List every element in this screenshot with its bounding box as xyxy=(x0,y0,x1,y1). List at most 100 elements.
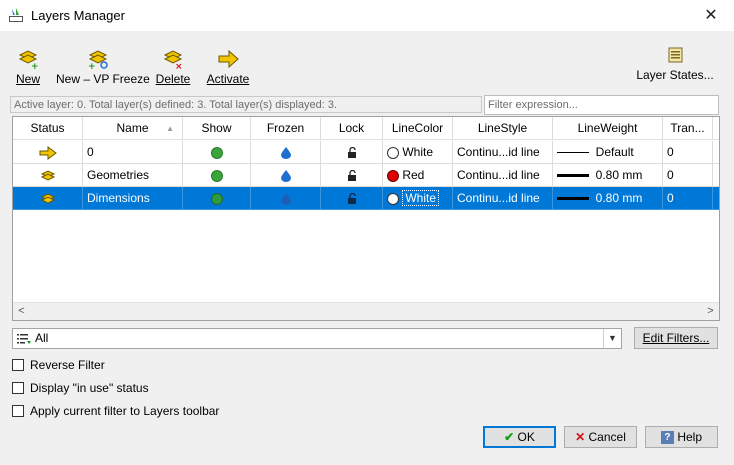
table-row[interactable]: Geometries Red Continu...id line 0.80 mm… xyxy=(13,164,719,187)
thawed-drop-icon xyxy=(280,192,291,205)
checkbox-box[interactable] xyxy=(12,405,24,417)
edit-filters-button[interactable]: Edit Filters... xyxy=(634,327,718,349)
checkbox-box[interactable] xyxy=(12,359,24,371)
show-on-icon xyxy=(210,192,223,205)
layer-name: Dimensions xyxy=(83,187,183,210)
reverse-filter-label: Reverse Filter xyxy=(30,358,105,372)
delete-layer-icon: × xyxy=(163,50,183,70)
line-weight: 0.80 mm xyxy=(595,168,643,182)
close-icon[interactable]: ✕ xyxy=(688,0,734,31)
app-icon xyxy=(9,8,23,22)
activate-layer-label: Activate xyxy=(206,72,250,86)
delete-layer-label: Delete xyxy=(155,72,191,86)
table-row-selected[interactable]: Dimensions White Continu...id line 0.80 … xyxy=(13,187,719,210)
new-layer-label: New xyxy=(15,72,40,86)
line-style[interactable]: Continu...id line xyxy=(453,141,553,164)
transparency[interactable]: 0 xyxy=(663,164,713,187)
active-layer-arrow-icon xyxy=(39,145,57,160)
line-weight: Default xyxy=(595,145,634,159)
svg-text:+: + xyxy=(31,62,39,70)
title-bar: Layers Manager ✕ xyxy=(0,0,734,31)
scroll-right-icon[interactable]: > xyxy=(702,303,719,320)
unlocked-icon xyxy=(347,146,356,158)
column-frozen[interactable]: Frozen xyxy=(251,117,321,140)
help-icon: ? xyxy=(660,431,674,445)
filter-selected-value: All xyxy=(35,331,49,345)
column-lock[interactable]: Lock xyxy=(321,117,383,140)
grid-header: Status Name ▲ Show Frozen Lock LineColor … xyxy=(13,117,719,140)
layer-icon xyxy=(40,193,55,204)
filter-list-icon xyxy=(17,334,31,344)
sort-ascending-icon: ▲ xyxy=(166,124,174,133)
activate-layer-button[interactable]: Activate xyxy=(206,48,250,86)
new-vp-freeze-label: New – VP Freeze xyxy=(56,72,150,86)
column-transparency[interactable]: Tran... xyxy=(663,117,713,140)
chevron-down-icon[interactable]: ▼ xyxy=(603,329,621,348)
help-label: Help xyxy=(677,430,703,444)
column-linecolor[interactable]: LineColor xyxy=(383,117,453,140)
show-on-icon xyxy=(210,169,223,182)
ok-label: OK xyxy=(517,430,535,444)
lineweight-sample xyxy=(557,174,589,178)
horizontal-scrollbar[interactable]: < > xyxy=(13,302,719,320)
line-style[interactable]: Continu...id line xyxy=(453,187,553,210)
checkmark-icon: ✔ xyxy=(504,430,515,444)
layer-states-label: Layer States... xyxy=(636,68,714,82)
show-on-icon xyxy=(210,146,223,159)
svg-text:+: + xyxy=(88,62,96,70)
new-layer-icon: + xyxy=(18,50,39,70)
in-use-status-label: Display "in use" status xyxy=(30,381,149,395)
cancel-x-icon: ✕ xyxy=(575,430,586,444)
layer-info-bar: Active layer: 0. Total layer(s) defined:… xyxy=(10,96,482,113)
layer-name: 0 xyxy=(83,141,183,164)
layer-states-icon xyxy=(668,47,683,63)
color-name: White xyxy=(402,145,434,159)
transparency[interactable]: 0 xyxy=(663,141,713,164)
line-weight: 0.80 mm xyxy=(595,191,643,205)
lineweight-sample xyxy=(557,197,589,201)
layers-grid: Status Name ▲ Show Frozen Lock LineColor … xyxy=(12,116,720,321)
cancel-label: Cancel xyxy=(588,430,626,444)
window-title: Layers Manager xyxy=(31,8,125,23)
ok-button[interactable]: ✔ OK xyxy=(483,426,556,448)
in-use-status-checkbox[interactable]: Display "in use" status xyxy=(12,381,512,397)
color-name: Red xyxy=(402,168,425,182)
thawed-drop-icon xyxy=(280,146,291,159)
color-swatch xyxy=(387,146,399,159)
delete-layer-button[interactable]: × Delete xyxy=(155,48,191,86)
color-swatch xyxy=(387,192,399,205)
color-name: White xyxy=(402,190,440,206)
filter-expression-input[interactable]: Filter expression... xyxy=(484,95,719,115)
filter-select[interactable]: All ▼ xyxy=(12,328,622,349)
apply-filter-toolbar-checkbox[interactable]: Apply current filter to Layers toolbar xyxy=(12,404,512,420)
scroll-left-icon[interactable]: < xyxy=(13,303,30,320)
thawed-drop-icon xyxy=(280,169,291,182)
reverse-filter-checkbox[interactable]: Reverse Filter xyxy=(12,358,512,374)
checkbox-box[interactable] xyxy=(12,382,24,394)
layer-icon xyxy=(40,170,55,181)
svg-text:×: × xyxy=(175,62,183,70)
new-layer-button[interactable]: + New xyxy=(14,48,42,86)
help-button[interactable]: ? Help xyxy=(645,426,718,448)
unlocked-icon xyxy=(347,169,356,181)
transparency[interactable]: 0 xyxy=(663,187,713,210)
line-style[interactable]: Continu...id line xyxy=(453,164,553,187)
table-row[interactable]: 0 White Continu...id line Default 0 xyxy=(13,141,719,164)
apply-filter-toolbar-label: Apply current filter to Layers toolbar xyxy=(30,404,220,418)
layer-states-button[interactable]: Layer States... xyxy=(636,44,714,82)
column-name-label: Name xyxy=(116,121,149,135)
column-lineweight[interactable]: LineWeight xyxy=(553,117,663,140)
cancel-button[interactable]: ✕ Cancel xyxy=(564,426,637,448)
lineweight-sample xyxy=(557,152,589,154)
new-vp-freeze-button[interactable]: + New – VP Freeze xyxy=(56,48,150,86)
unlocked-icon xyxy=(347,192,356,204)
activate-arrow-icon xyxy=(218,49,239,69)
layer-name: Geometries xyxy=(83,164,183,187)
color-swatch xyxy=(387,169,399,182)
edit-filters-label: Edit Filters... xyxy=(642,331,710,345)
column-show[interactable]: Show xyxy=(183,117,251,140)
new-vp-freeze-icon: + xyxy=(88,50,108,70)
column-status[interactable]: Status xyxy=(13,117,83,140)
column-name[interactable]: Name ▲ xyxy=(83,117,183,140)
column-linestyle[interactable]: LineStyle xyxy=(453,117,553,140)
